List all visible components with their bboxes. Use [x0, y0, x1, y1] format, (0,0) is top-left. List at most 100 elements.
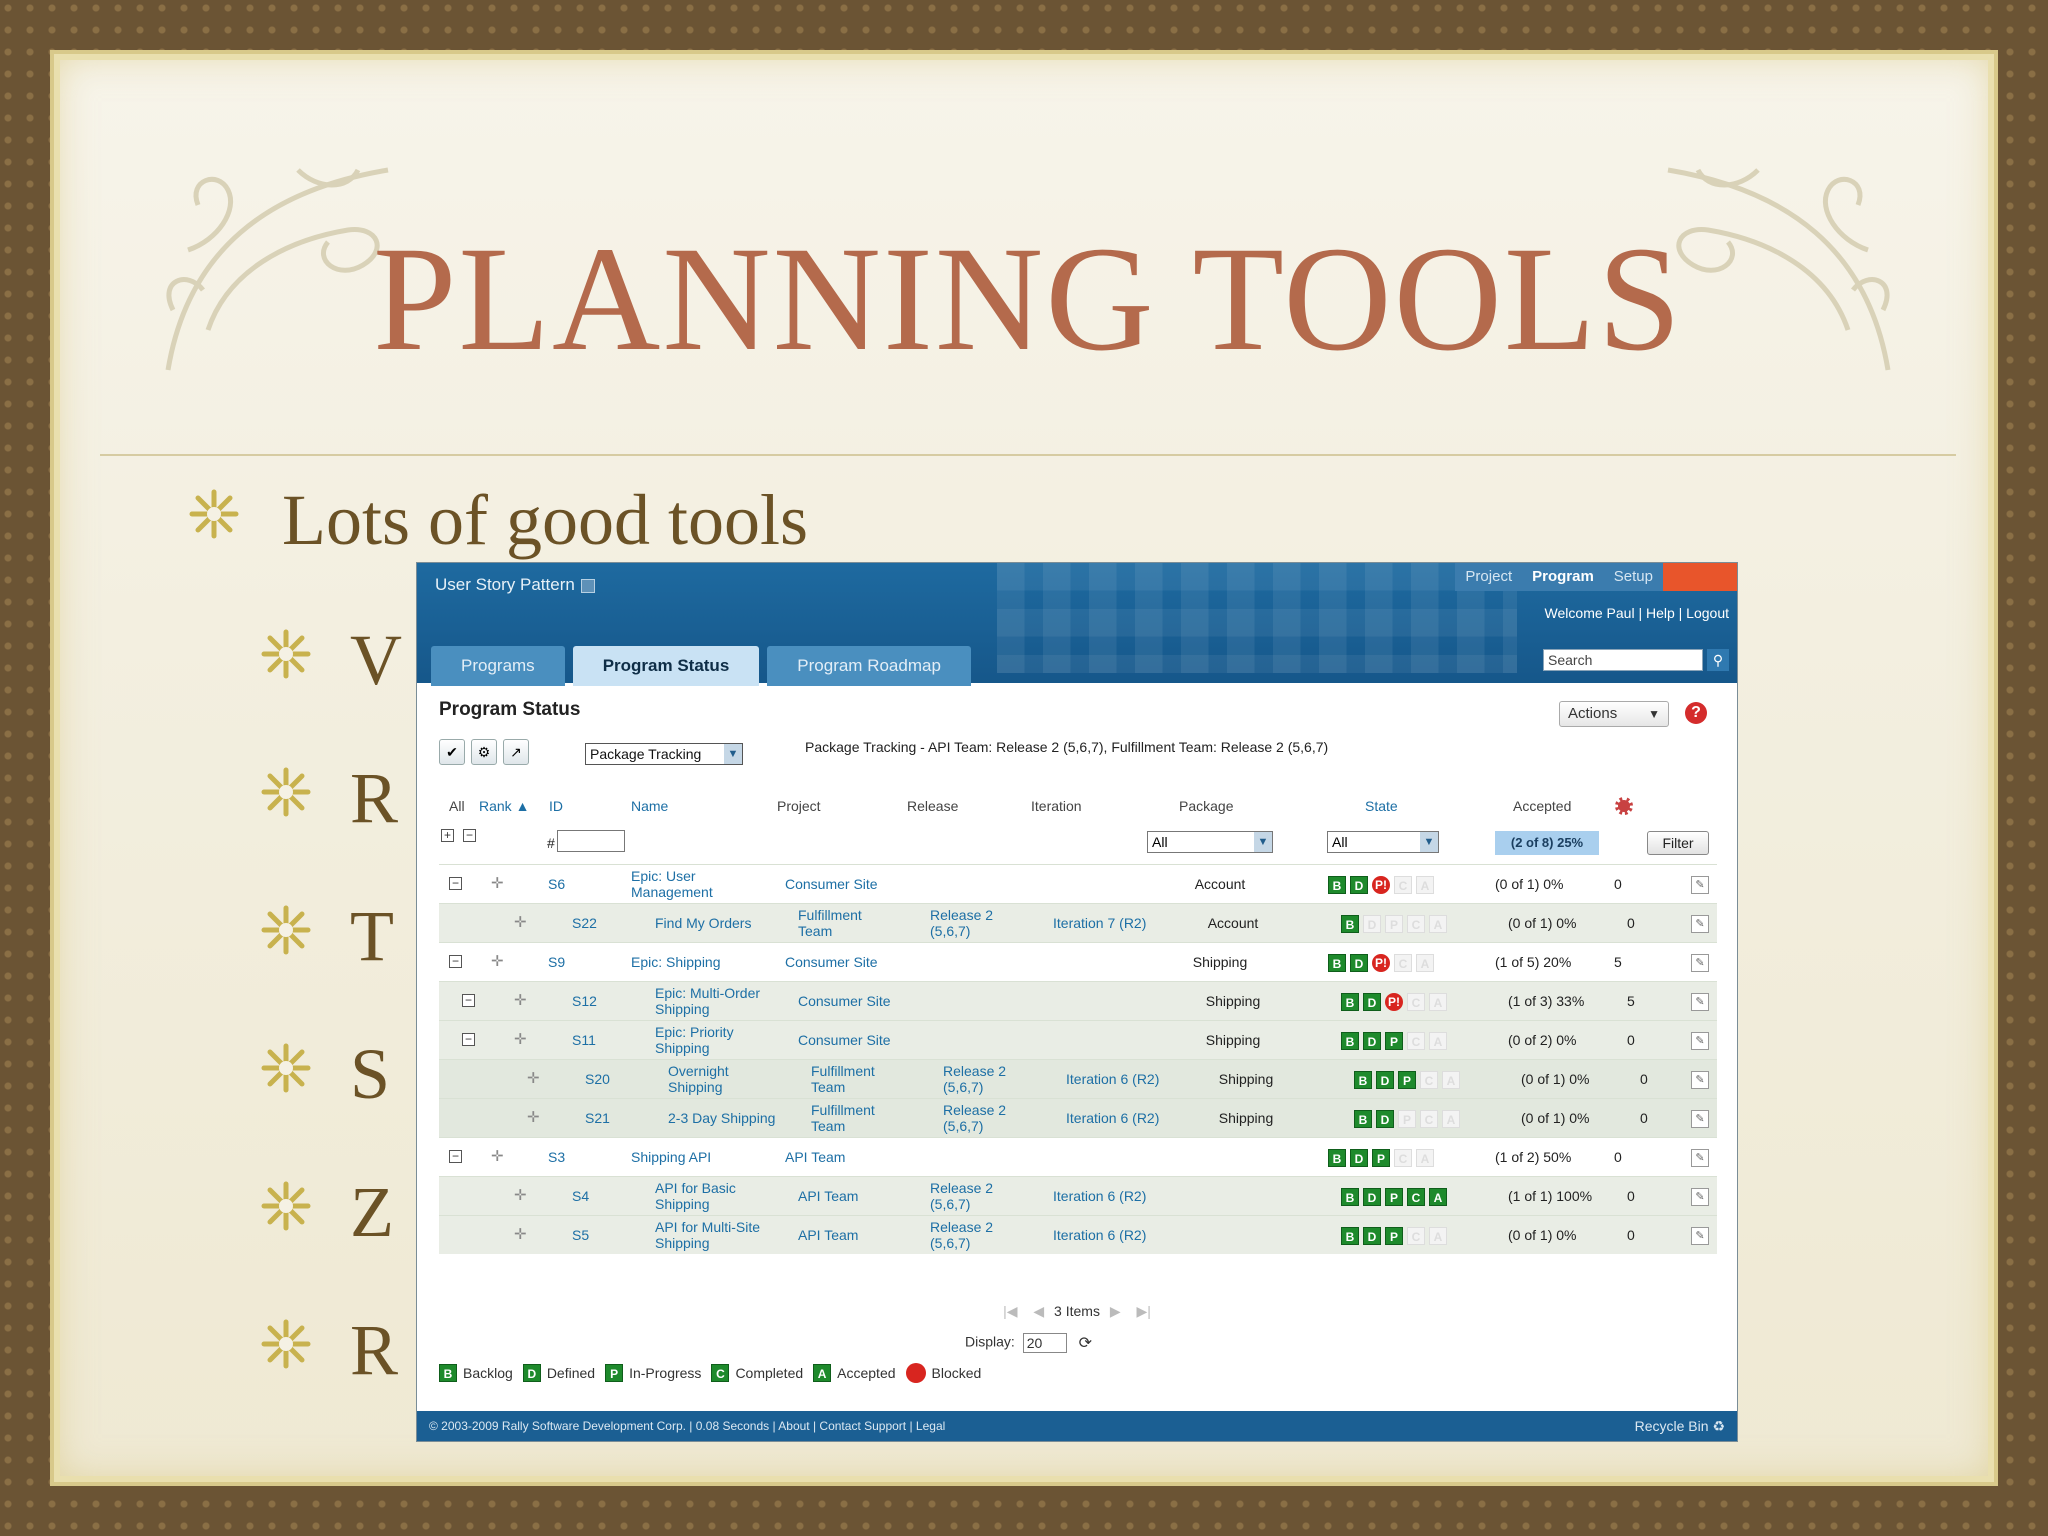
- state-box-p[interactable]: P: [1385, 1227, 1403, 1245]
- row-name[interactable]: 2-3 Day Shipping: [668, 1099, 780, 1137]
- filter-button[interactable]: Filter: [1647, 831, 1709, 855]
- table-row[interactable]: ✛ S20 Overnight Shipping Fulfillment Team Re…: [439, 1059, 1717, 1098]
- state-box-d[interactable]: D: [1376, 1110, 1394, 1128]
- row-iteration[interactable]: Iteration 6 (R2): [1053, 1216, 1149, 1254]
- state-box-empty[interactable]: C: [1394, 876, 1412, 894]
- edit-icon[interactable]: ✎: [1691, 876, 1709, 894]
- search-icon[interactable]: ⚲: [1707, 649, 1729, 671]
- state-box-empty[interactable]: A: [1429, 1227, 1447, 1245]
- state-box-b[interactable]: B: [1354, 1110, 1372, 1128]
- state-box-d[interactable]: D: [1363, 993, 1381, 1011]
- col-iteration[interactable]: Iteration: [1031, 798, 1082, 814]
- state-box-empty[interactable]: D: [1363, 915, 1381, 933]
- state-box-empty[interactable]: A: [1429, 993, 1447, 1011]
- state-box-empty[interactable]: C: [1394, 954, 1412, 972]
- state-box-d[interactable]: D: [1376, 1071, 1394, 1089]
- state-box-d[interactable]: D: [1363, 1032, 1381, 1050]
- state-box-p[interactable]: P: [1372, 1149, 1390, 1167]
- table-row[interactable]: − ✛ S6 Epic: User Management Consumer Site Ac…: [439, 864, 1717, 903]
- row-project[interactable]: API Team: [798, 1177, 894, 1215]
- id-filter-input[interactable]: [557, 830, 625, 852]
- last-page-icon[interactable]: ▶|: [1137, 1303, 1151, 1319]
- drag-handle-icon[interactable]: ✛: [491, 876, 505, 891]
- state-box-b[interactable]: B: [1328, 954, 1346, 972]
- state-box-b[interactable]: B: [1341, 1227, 1359, 1245]
- help-icon[interactable]: ?: [1685, 702, 1707, 724]
- edit-icon[interactable]: ✎: [1691, 915, 1709, 933]
- row-name[interactable]: Shipping API: [631, 1138, 743, 1176]
- state-box-empty[interactable]: C: [1420, 1110, 1438, 1128]
- state-box-blocked[interactable]: P!: [1372, 954, 1390, 972]
- nav-program[interactable]: Program: [1522, 563, 1604, 591]
- collapse-row-icon[interactable]: −: [462, 1033, 475, 1046]
- row-id[interactable]: S4: [572, 1177, 622, 1215]
- state-box-blocked[interactable]: P!: [1372, 876, 1390, 894]
- row-id[interactable]: S11: [572, 1021, 622, 1059]
- row-release[interactable]: Release 2 (5,6,7): [930, 1177, 1018, 1215]
- col-accepted[interactable]: Accepted: [1513, 798, 1571, 814]
- row-project[interactable]: Consumer Site: [798, 982, 894, 1020]
- row-name[interactable]: Epic: User Management: [631, 865, 743, 903]
- state-box-p[interactable]: P: [1385, 1032, 1403, 1050]
- row-iteration[interactable]: [1040, 1138, 1136, 1176]
- drag-handle-icon[interactable]: ✛: [514, 1032, 528, 1047]
- row-release[interactable]: Release 2 (5,6,7): [943, 1060, 1031, 1098]
- state-box-c[interactable]: C: [1407, 1188, 1425, 1206]
- row-id[interactable]: S6: [548, 865, 598, 903]
- row-name[interactable]: Overnight Shipping: [668, 1060, 780, 1098]
- footer-links[interactable]: © 2003-2009 Rally Software Development C…: [429, 1419, 945, 1433]
- tab-program-status[interactable]: Program Status: [572, 646, 760, 686]
- collapse-row-icon[interactable]: −: [449, 955, 462, 968]
- row-iteration[interactable]: Iteration 7 (R2): [1053, 904, 1149, 942]
- state-box-empty[interactable]: C: [1407, 915, 1425, 933]
- edit-icon[interactable]: ✎: [1691, 1032, 1709, 1050]
- row-name[interactable]: API for Basic Shipping: [655, 1177, 767, 1215]
- tab-programs[interactable]: Programs: [431, 646, 565, 686]
- state-box-b[interactable]: B: [1341, 1188, 1359, 1206]
- row-id[interactable]: S12: [572, 982, 622, 1020]
- row-name[interactable]: Epic: Multi-Order Shipping: [655, 982, 767, 1020]
- state-box-empty[interactable]: C: [1407, 1227, 1425, 1245]
- row-release[interactable]: Release 2 (5,6,7): [930, 1216, 1018, 1254]
- table-row[interactable]: − ✛ S11 Epic: Priority Shipping Consumer Sit…: [439, 1020, 1717, 1059]
- col-state[interactable]: State: [1365, 798, 1398, 814]
- nav-setup[interactable]: Setup: [1603, 563, 1663, 591]
- row-iteration[interactable]: Iteration 6 (R2): [1053, 1177, 1149, 1215]
- table-row[interactable]: − ✛ S9 Epic: Shipping Consumer Site Shipping B…: [439, 942, 1717, 981]
- row-release[interactable]: [917, 865, 1005, 903]
- state-box-d[interactable]: D: [1350, 876, 1368, 894]
- edit-icon[interactable]: ✎: [1691, 1071, 1709, 1089]
- expand-all-icon[interactable]: +: [441, 829, 454, 842]
- row-release[interactable]: Release 2 (5,6,7): [930, 904, 1018, 942]
- table-row[interactable]: − ✛ S3 Shipping API API Team B D P C A (1 of 2) 50…: [439, 1137, 1717, 1176]
- package-filter-select[interactable]: All ▼: [1147, 831, 1273, 853]
- row-project[interactable]: Fulfillment Team: [811, 1099, 907, 1137]
- row-release[interactable]: Release 2 (5,6,7): [943, 1099, 1031, 1137]
- table-row[interactable]: ✛ S4 API for Basic Shipping API Team Release…: [439, 1176, 1717, 1215]
- collapse-row-icon[interactable]: −: [449, 1150, 462, 1163]
- state-box-empty[interactable]: A: [1442, 1110, 1460, 1128]
- export-icon[interactable]: ↗: [503, 739, 529, 765]
- state-box-empty[interactable]: C: [1407, 1032, 1425, 1050]
- row-project[interactable]: Fulfillment Team: [798, 904, 894, 942]
- state-filter-select[interactable]: All ▼: [1327, 831, 1439, 853]
- row-release[interactable]: [930, 1021, 1018, 1059]
- drag-handle-icon[interactable]: ✛: [527, 1110, 541, 1125]
- col-id[interactable]: ID: [549, 798, 563, 814]
- col-all[interactable]: All: [449, 798, 465, 814]
- state-box-d[interactable]: D: [1350, 1149, 1368, 1167]
- nav-project[interactable]: Project: [1455, 563, 1523, 591]
- row-iteration[interactable]: Iteration 6 (R2): [1066, 1099, 1162, 1137]
- gear-icon[interactable]: [1615, 797, 1633, 815]
- row-id[interactable]: S20: [585, 1060, 635, 1098]
- table-row[interactable]: − ✛ S12 Epic: Multi-Order Shipping Consumer …: [439, 981, 1717, 1020]
- collapse-all-icon[interactable]: −: [463, 829, 476, 842]
- row-release[interactable]: [930, 982, 1018, 1020]
- state-box-b[interactable]: B: [1328, 876, 1346, 894]
- drag-handle-icon[interactable]: ✛: [491, 1149, 505, 1164]
- row-project[interactable]: Consumer Site: [785, 865, 881, 903]
- row-iteration[interactable]: [1053, 982, 1149, 1020]
- edit-icon[interactable]: ✎: [1691, 1188, 1709, 1206]
- state-box-d[interactable]: D: [1363, 1227, 1381, 1245]
- drag-handle-icon[interactable]: ✛: [514, 915, 528, 930]
